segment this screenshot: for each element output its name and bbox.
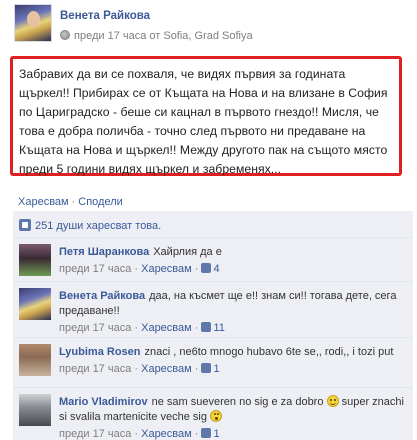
- likes-summary: 251 души харесват това.: [13, 211, 413, 238]
- comment-meta: преди 17 часа · Харесвам · 11: [59, 322, 225, 334]
- comment-like-count[interactable]: 1: [201, 363, 220, 375]
- comment-text: Хайрлия да е: [153, 246, 222, 258]
- comment-like-link[interactable]: Харесвам: [141, 428, 192, 440]
- comment-like-link[interactable]: Харесвам: [141, 263, 192, 275]
- comment-like-count[interactable]: 1: [201, 428, 220, 440]
- comment-time[interactable]: преди 17 часа: [59, 263, 131, 275]
- feedback-area: 251 души харесват това. Петя Шаранкова Ха…: [13, 211, 413, 440]
- comment-body: Mario Vladimirov ne sam sueveren no sig e…: [59, 395, 409, 440]
- post-author-name[interactable]: Венета Райкова: [60, 10, 150, 22]
- comment-text: znaci , ne6to mnogo hubavo 6te se,, rodi…: [144, 346, 394, 358]
- commenter-avatar[interactable]: [19, 244, 51, 276]
- post-header: Венета Райкова преди 17 часа от Sofia, G…: [14, 4, 414, 44]
- comment-author[interactable]: Mario Vladimirov: [59, 396, 148, 408]
- commenter-avatar[interactable]: [19, 288, 51, 320]
- comment-meta: преди 17 часа · Харесвам · 1: [59, 363, 220, 375]
- post-text-highlight: Забравих да ви се похваля, че видях първ…: [10, 56, 402, 176]
- comment: Mario Vladimirov ne sam sueveren no sig e…: [13, 388, 413, 440]
- comment-time[interactable]: преди 17 часа: [59, 322, 131, 334]
- thumbs-up-icon: [201, 322, 212, 332]
- comment-body: Lyubima Rosen znaci , ne6to mnogo hubavo …: [59, 345, 409, 377]
- comment-text: ne sam sueveren no sig e za dobro: [151, 396, 324, 408]
- post-meta: преди 17 часа от Sofia, Grad Sofiya: [60, 30, 253, 42]
- comment-author[interactable]: Венета Райкова: [59, 290, 145, 302]
- thumbs-up-icon: [201, 263, 212, 273]
- globe-icon: [60, 30, 70, 40]
- comment-like-count[interactable]: 11: [201, 322, 225, 334]
- post-text: Забравих да ви се похваля, че видях първ…: [19, 67, 388, 176]
- thumbs-up-icon: [201, 363, 212, 373]
- author-avatar[interactable]: [14, 4, 52, 42]
- comment-author[interactable]: Lyubima Rosen: [59, 346, 141, 358]
- comment-time[interactable]: преди 17 часа: [59, 363, 131, 375]
- post-actions: Харесвам · Сподели: [18, 196, 123, 208]
- commenter-avatar[interactable]: [19, 344, 51, 376]
- commenter-avatar[interactable]: [19, 394, 51, 426]
- post-timestamp-location[interactable]: преди 17 часа от Sofia, Grad Sofiya: [74, 30, 253, 42]
- like-link[interactable]: Харесвам: [18, 196, 69, 208]
- comment-body: Петя Шаранкова Хайрлия да е преди 17 часа…: [59, 245, 409, 277]
- surprised-emoticon-icon: [210, 410, 223, 422]
- comment-body: Венета Райкова даа, на късмет ще е!! знам…: [59, 289, 409, 336]
- comment-like-link[interactable]: Харесвам: [141, 363, 192, 375]
- action-separator: ·: [71, 196, 76, 208]
- comment-meta: преди 17 часа · Харесвам · 1: [59, 428, 220, 440]
- comment: Lyubima Rosen znaci , ne6to mnogo hubavo …: [13, 338, 413, 388]
- comment-time[interactable]: преди 17 часа: [59, 428, 131, 440]
- comment-meta: преди 17 часа · Харесвам · 4: [59, 263, 220, 275]
- likes-count-link[interactable]: 251 души харесват това.: [35, 220, 161, 232]
- thumbs-up-icon: [19, 219, 31, 231]
- smile-emoticon-icon: [326, 395, 339, 407]
- comment: Петя Шаранкова Хайрлия да е преди 17 часа…: [13, 238, 413, 282]
- comment: Венета Райкова даа, на късмет ще е!! знам…: [13, 282, 413, 338]
- comment-like-count[interactable]: 4: [201, 263, 220, 275]
- thumbs-up-icon: [201, 428, 212, 438]
- share-link[interactable]: Сподели: [78, 196, 123, 208]
- comment-like-link[interactable]: Харесвам: [141, 322, 192, 334]
- comment-author[interactable]: Петя Шаранкова: [59, 246, 149, 258]
